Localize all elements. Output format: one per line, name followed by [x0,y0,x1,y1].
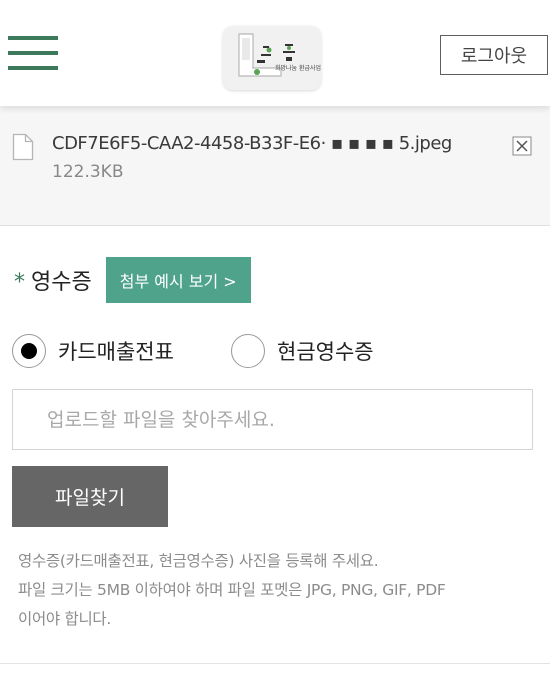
radio-label-cash: 현금영수증 [277,340,374,364]
help-line: 파일 크기는 5MB 이하여야 하며 파일 포멧은 JPG, PNG, GIF,… [18,581,446,599]
app-header: 희망나눔 환급사업 로그아웃 [0,0,550,106]
view-example-button[interactable]: 첨부 예시 보기 > [105,257,251,303]
file-icon [12,133,34,161]
divider [0,663,550,664]
help-line: 영수증(카드매출전표, 현금영수증) 사진을 등록해 주세요. [18,552,379,570]
hamburger-menu-icon[interactable] [8,33,58,75]
find-file-button[interactable]: 파일찾기 [12,466,168,527]
radio-button-cash[interactable] [231,334,265,368]
help-line: 이어야 합니다. [18,610,112,628]
radio-cash-receipt[interactable]: 현금영수증 [231,334,374,368]
file-name: CDF7E6F5-CAA2-4458-B33F-E6· ▪ ▪ ▪ ▪ 5.jp… [52,133,452,154]
close-icon[interactable] [512,136,532,156]
menu-bar [8,66,58,70]
menu-bar [8,36,58,40]
radio-card-receipt[interactable]: 카드매출전표 [12,334,174,368]
file-path-input[interactable] [12,389,533,450]
attached-file-row: CDF7E6F5-CAA2-4458-B33F-E6· ▪ ▪ ▪ ▪ 5.jp… [0,106,550,226]
logo-graphic: 희망나눔 환급사업 [238,33,321,77]
receipt-label: 영수증 [31,270,92,295]
required-mark: * [14,269,25,295]
menu-bar [8,51,58,55]
file-size: 122.3KB [52,162,124,182]
logout-button[interactable]: 로그아웃 [440,35,548,75]
radio-label-card: 카드매출전표 [58,340,174,364]
logo-text: 희망나눔 환급사업 [275,64,321,72]
radio-button-card[interactable] [12,334,46,368]
receipt-label-row: * 영수증 첨부 예시 보기 > [14,257,251,303]
logo[interactable]: 희망나눔 환급사업 [223,26,321,90]
help-text: 영수증(카드매출전표, 현금영수증) 사진을 등록해 주세요. 파일 크기는 5… [18,547,446,634]
